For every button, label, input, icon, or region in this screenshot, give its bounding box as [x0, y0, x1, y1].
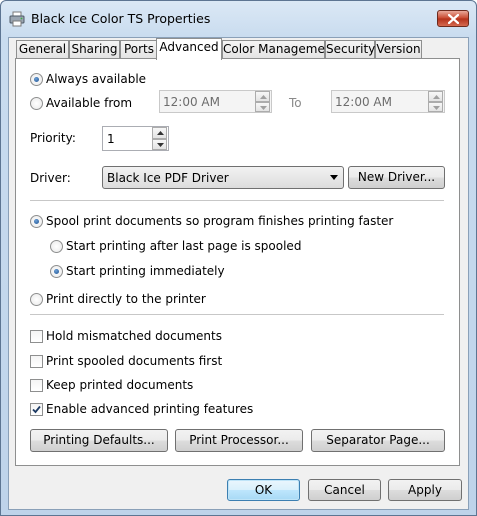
priority-spinner[interactable]: [152, 127, 168, 150]
new-driver-button[interactable]: New Driver...: [348, 166, 445, 189]
driver-dropdown[interactable]: Black Ice PDF Driver: [102, 166, 344, 189]
separator-page-button[interactable]: Separator Page...: [311, 429, 445, 452]
start-after-last-page-label: Start printing after last page is spoole…: [66, 239, 302, 253]
from-time-up-button[interactable]: [255, 91, 270, 102]
print-directly-label: Print directly to the printer: [46, 292, 206, 306]
chevron-up-icon: [260, 95, 267, 99]
keep-printed-checkbox[interactable]: [30, 379, 43, 392]
driver-label: Driver:: [30, 171, 71, 185]
chevron-up-icon: [157, 131, 164, 135]
tab-general[interactable]: General: [16, 40, 69, 59]
tab-version[interactable]: Version: [375, 40, 422, 59]
priority-up-button[interactable]: [152, 127, 167, 139]
hold-mismatched-checkbox[interactable]: [30, 330, 43, 343]
divider-2: [30, 314, 444, 316]
to-time-up-button[interactable]: [428, 91, 443, 102]
printing-defaults-button[interactable]: Printing Defaults...: [30, 429, 168, 452]
printer-icon: [9, 11, 25, 27]
hold-mismatched-label: Hold mismatched documents: [46, 329, 222, 343]
available-from-radio[interactable]: [30, 97, 43, 110]
to-time-value: 12:00 AM: [335, 95, 392, 109]
keep-printed-label: Keep printed documents: [46, 378, 194, 392]
from-time-spinner[interactable]: [255, 91, 271, 112]
to-time-spinner[interactable]: [428, 91, 444, 112]
chevron-down-icon: [433, 105, 440, 110]
to-label: To: [289, 96, 302, 110]
available-from-label: Available from: [46, 96, 133, 110]
always-available-label: Always available: [46, 72, 147, 86]
tab-security[interactable]: Security: [325, 40, 375, 59]
print-directly-radio[interactable]: [30, 293, 43, 306]
apply-button[interactable]: Apply: [388, 479, 462, 501]
cancel-button[interactable]: Cancel: [308, 479, 381, 501]
enable-advanced-features-label: Enable advanced printing features: [46, 402, 254, 416]
driver-selected-value: Black Ice PDF Driver: [107, 171, 229, 185]
divider-1: [30, 200, 444, 202]
print-spooled-first-checkbox[interactable]: [30, 355, 43, 368]
priority-down-button[interactable]: [152, 138, 167, 150]
from-time-down-button[interactable]: [255, 101, 270, 112]
ok-button[interactable]: OK: [227, 479, 300, 501]
close-button[interactable]: [437, 10, 469, 27]
print-spooled-first-label: Print spooled documents first: [46, 354, 223, 368]
chevron-up-icon: [433, 95, 440, 99]
priority-value: 1: [107, 132, 115, 146]
tab-advanced[interactable]: Advanced: [156, 38, 222, 60]
window-title: Black Ice Color TS Properties: [31, 11, 211, 26]
start-after-last-page-radio[interactable]: [50, 240, 63, 253]
dropdown-arrow-icon: [330, 175, 338, 180]
spool-label: Spool print documents so program finishe…: [46, 214, 394, 228]
title-bar[interactable]: Black Ice Color TS Properties: [1, 1, 476, 37]
priority-field[interactable]: 1: [102, 126, 169, 151]
close-icon: [448, 14, 459, 24]
enable-advanced-features-checkbox[interactable]: [30, 403, 43, 416]
chevron-down-icon: [157, 142, 164, 147]
chevron-down-icon: [260, 105, 267, 110]
start-immediately-radio[interactable]: [50, 265, 63, 278]
print-processor-button[interactable]: Print Processor...: [175, 429, 303, 452]
tab-color-management[interactable]: Color Management: [222, 40, 337, 59]
available-from-time-field[interactable]: 12:00 AM: [159, 90, 272, 113]
from-time-value: 12:00 AM: [163, 95, 220, 109]
to-time-down-button[interactable]: [428, 101, 443, 112]
checkmark-icon: [32, 405, 41, 414]
available-to-time-field[interactable]: 12:00 AM: [331, 90, 445, 113]
priority-label: Priority:: [30, 131, 76, 145]
tab-sharing[interactable]: Sharing: [69, 40, 120, 59]
start-immediately-label: Start printing immediately: [66, 264, 225, 278]
tab-ports[interactable]: Ports: [120, 40, 158, 59]
spool-radio[interactable]: [30, 215, 43, 228]
always-available-radio[interactable]: [30, 73, 43, 86]
